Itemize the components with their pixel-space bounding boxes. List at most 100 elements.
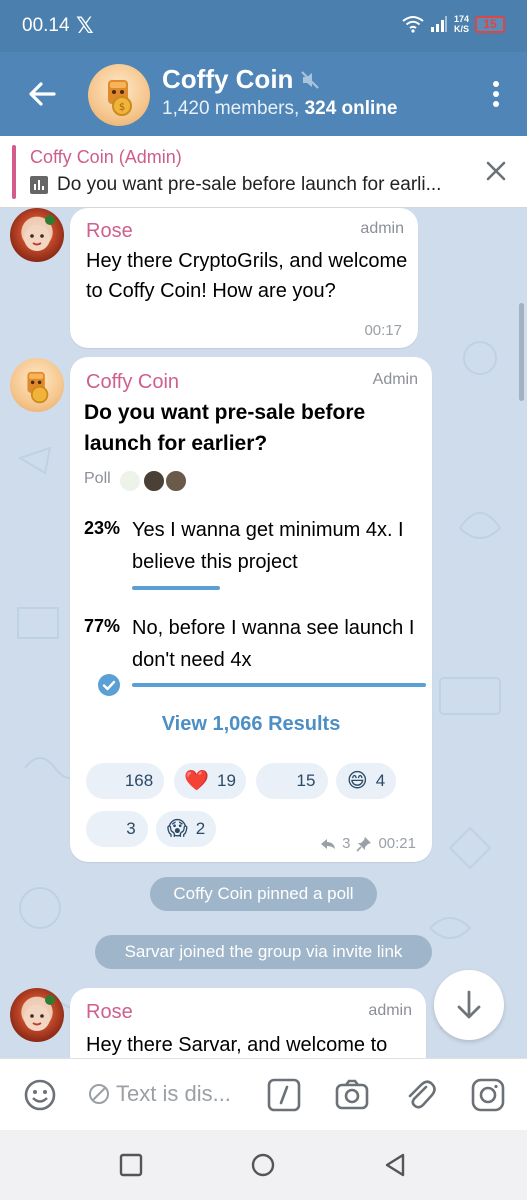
chat-header: $ Coffy Coin 1,420 members, 324 online bbox=[0, 52, 527, 136]
camera-icon[interactable] bbox=[334, 1077, 370, 1113]
message-input[interactable]: Text is dis... bbox=[88, 1081, 231, 1107]
poll-message-bubble[interactable]: Coffy Coin Admin Do you want pre-sale be… bbox=[70, 357, 432, 862]
reaction-chip[interactable]: 168 bbox=[86, 763, 164, 799]
poll-icon bbox=[30, 176, 48, 194]
message-time: 00:21 bbox=[378, 835, 416, 852]
rose-avatar-illustration bbox=[24, 995, 55, 1031]
poll-option-text: No, before I wanna see launch I don't ne… bbox=[132, 617, 415, 671]
poll-type-label: Poll bbox=[84, 470, 111, 487]
reaction-count: 2 bbox=[195, 819, 206, 838]
network-speed-unit: K/S bbox=[453, 24, 469, 34]
group-subtitle: 1,420 members, 324 online bbox=[162, 98, 398, 119]
status-bar: 00.14 𝕏 174 K/S 15 bbox=[0, 0, 527, 52]
reaction-emoji bbox=[98, 819, 118, 839]
instagram-camera-icon[interactable] bbox=[470, 1077, 506, 1113]
input-placeholder: Text is dis... bbox=[116, 1081, 231, 1106]
message-text: Hey there Sarvar, and welcome to bbox=[86, 1034, 388, 1056]
message-text: Hey there CryptoGrils, and welcome to Co… bbox=[86, 250, 408, 302]
avatar-coffy-coin[interactable] bbox=[10, 358, 64, 412]
reaction-chip[interactable]: 😄 4 bbox=[336, 763, 396, 799]
scrollbar-thumb[interactable] bbox=[519, 303, 524, 401]
coffee-mascot-icon bbox=[27, 371, 49, 404]
reaction-count: 168 bbox=[124, 771, 154, 790]
home-icon[interactable] bbox=[250, 1152, 276, 1178]
grinning-face-icon: 😄 bbox=[346, 770, 368, 792]
service-message-pinned: Coffy Coin pinned a poll bbox=[150, 877, 377, 911]
message-bubble-rose[interactable]: Rose admin Hey there Sarvar, and welcome… bbox=[70, 988, 426, 1058]
pinned-title: Coffy Coin (Admin) bbox=[30, 147, 182, 167]
x-app-icon: 𝕏 bbox=[76, 13, 94, 38]
service-message-joined: Sarvar joined the group via invite link bbox=[95, 935, 432, 969]
arrow-down-icon bbox=[457, 990, 481, 1019]
avatar-rose[interactable] bbox=[10, 988, 64, 1042]
pinned-indicator bbox=[12, 145, 16, 199]
group-title[interactable]: Coffy Coin bbox=[162, 64, 320, 95]
emoji-icon[interactable] bbox=[22, 1077, 58, 1113]
poll-option-percent: 77% bbox=[84, 616, 121, 636]
more-menu-icon[interactable] bbox=[489, 78, 503, 110]
heart-icon: ❤️ bbox=[184, 770, 209, 792]
sender-role: admin bbox=[368, 1002, 412, 1019]
signal-icon bbox=[430, 16, 447, 32]
pinned-message-bar[interactable]: Coffy Coin (Admin) Do you want pre-sale … bbox=[0, 136, 527, 208]
poll-option-bar bbox=[132, 586, 220, 590]
voter-avatar bbox=[164, 469, 188, 493]
voter-avatar bbox=[118, 469, 142, 493]
sender-name[interactable]: Rose bbox=[86, 1001, 133, 1024]
network-speed-value: 174 bbox=[453, 14, 469, 24]
reaction-count: 4 bbox=[375, 771, 386, 790]
reaction-chip[interactable]: ❤️ 19 bbox=[174, 763, 246, 799]
poll-option-bar bbox=[132, 683, 426, 687]
avatar-rose[interactable] bbox=[10, 208, 64, 262]
battery-icon: 15 bbox=[475, 15, 505, 33]
close-icon[interactable] bbox=[483, 158, 509, 184]
reaction-count: 15 bbox=[296, 771, 316, 790]
group-name: Coffy Coin bbox=[162, 64, 294, 94]
recent-apps-icon[interactable] bbox=[118, 1152, 144, 1178]
voted-check-icon bbox=[98, 674, 120, 696]
reaction-chip[interactable]: 😱 2 bbox=[156, 811, 216, 847]
group-avatar[interactable]: $ bbox=[88, 64, 150, 126]
pinned-text: Do you want pre-sale before launch for e… bbox=[57, 174, 442, 195]
forward-icon bbox=[321, 838, 336, 849]
reaction-emoji bbox=[269, 771, 289, 791]
online-count: 324 online bbox=[304, 98, 398, 119]
wifi-icon bbox=[402, 16, 424, 33]
back-icon[interactable] bbox=[382, 1152, 408, 1178]
message-time: 00:17 bbox=[364, 322, 402, 339]
screaming-face-icon: 😱 bbox=[166, 818, 188, 840]
chat-area[interactable]: Rose admin Hey there CryptoGrils, and we… bbox=[0, 208, 527, 1058]
svg-text:$: $ bbox=[119, 102, 125, 113]
reaction-chip[interactable]: 3 bbox=[86, 811, 148, 847]
sender-role: admin bbox=[360, 220, 404, 237]
forward-count: 3 bbox=[342, 835, 351, 852]
service-text: Coffy Coin pinned a poll bbox=[173, 884, 354, 903]
sender-name[interactable]: Rose bbox=[86, 220, 133, 243]
service-text: Sarvar joined the group via invite link bbox=[124, 942, 403, 961]
message-input-bar: Text is dis... bbox=[0, 1058, 527, 1130]
battery-level: 15 bbox=[483, 17, 497, 31]
message-bubble-rose[interactable]: Rose admin Hey there CryptoGrils, and we… bbox=[70, 208, 418, 348]
attach-icon[interactable] bbox=[402, 1077, 438, 1113]
view-results-button[interactable]: View 1,066 Results bbox=[70, 713, 432, 736]
pin-icon bbox=[356, 836, 372, 852]
pinned-preview: Do you want pre-sale before launch for e… bbox=[30, 174, 441, 196]
reaction-emoji bbox=[97, 771, 117, 791]
disabled-icon bbox=[89, 1084, 109, 1104]
status-time: 00.14 bbox=[22, 15, 70, 36]
mute-icon bbox=[301, 70, 320, 89]
sender-name[interactable]: Coffy Coin bbox=[86, 371, 179, 394]
reaction-count: 19 bbox=[216, 771, 236, 790]
scroll-down-button[interactable] bbox=[434, 970, 504, 1040]
message-meta: 3 00:21 bbox=[320, 835, 416, 852]
poll-option-text: Yes I wanna get minimum 4x. I believe th… bbox=[132, 519, 404, 573]
coffee-mascot-icon: $ bbox=[108, 80, 132, 116]
voter-avatar bbox=[142, 469, 166, 493]
network-speed: 174 K/S bbox=[454, 14, 469, 34]
bot-command-icon[interactable] bbox=[266, 1077, 302, 1113]
member-count: 1,420 members bbox=[162, 98, 295, 119]
poll-question: Do you want pre-sale before launch for e… bbox=[84, 401, 366, 455]
rose-avatar-illustration bbox=[24, 215, 55, 251]
back-arrow-icon[interactable] bbox=[22, 74, 62, 114]
reaction-chip[interactable]: 15 bbox=[256, 763, 328, 799]
